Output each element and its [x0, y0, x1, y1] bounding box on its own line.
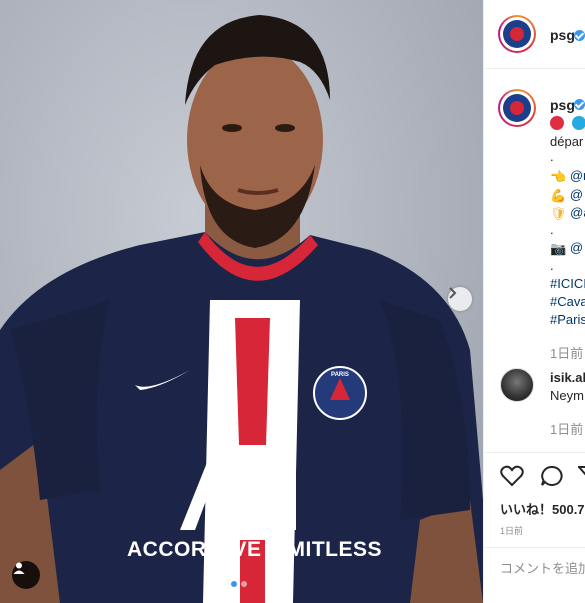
carousel-dot	[241, 581, 247, 587]
comment-input[interactable]	[500, 561, 585, 576]
player-illustration	[0, 15, 483, 603]
caption-mention-row: 🛡 @a	[550, 205, 585, 222]
likes-count[interactable]: いいね！500.7	[500, 499, 585, 518]
mention-link[interactable]: @	[570, 240, 583, 255]
account-avatar[interactable]	[500, 17, 534, 51]
post-side-panel: psg psg dépar . 👈 @r 💪 @ 🛡 @a . 📷 @ . #I…	[483, 0, 585, 603]
hashtag-link[interactable]: #Cava	[550, 294, 585, 309]
caption-separator: .	[550, 149, 554, 164]
mention-link[interactable]: @	[570, 187, 583, 202]
caption-timestamp[interactable]: 1日前	[550, 343, 583, 362]
post-photo[interactable]: ACCOR LIVE LIMITLESS PARIS	[0, 0, 483, 603]
crest-label: PARIS	[331, 372, 349, 378]
camera-icon: 📷	[550, 240, 567, 256]
hashtag-link[interactable]: #ICICI	[550, 276, 585, 291]
post-header: psg	[484, 0, 585, 69]
next-slide-button[interactable]	[448, 287, 472, 311]
caption-mention-row: 📷 @	[550, 240, 583, 257]
mention-link[interactable]: @r	[570, 168, 585, 183]
comment-box	[484, 547, 585, 603]
heart-icon[interactable]	[500, 465, 524, 487]
caption-mention-row: 💪 @	[550, 187, 583, 204]
caption-avatar[interactable]	[500, 91, 534, 125]
carousel-indicator	[231, 581, 247, 587]
verified-badge-icon	[574, 30, 585, 41]
user-tags-button[interactable]	[12, 561, 40, 589]
commenter-avatar[interactable]	[500, 368, 534, 402]
commenter-username[interactable]: isik.ak	[550, 370, 585, 385]
comment-timestamp[interactable]: 1日前	[550, 419, 583, 438]
comment-text: Neym	[550, 388, 584, 403]
caption-text: dépar	[550, 134, 584, 149]
red-circle-icon	[550, 115, 564, 130]
caption-separator: .	[550, 258, 554, 273]
glove-icon: 🛡	[550, 205, 567, 221]
post-date: 1日前	[500, 526, 524, 536]
person-icon	[13, 562, 25, 574]
account-username[interactable]: psg	[550, 27, 575, 43]
sponsor-text: ACCOR LIVE LIMITLESS	[127, 538, 383, 561]
share-icon[interactable]	[578, 465, 585, 487]
blue-circle-icon	[571, 115, 585, 130]
caption-emoji-row	[550, 114, 585, 130]
carousel-dot	[231, 581, 237, 587]
hashtag-link[interactable]: #Paris	[550, 312, 585, 327]
comment-icon[interactable]	[540, 465, 564, 487]
pointing-hand-icon: 👈	[550, 168, 567, 184]
caption-separator: .	[550, 222, 554, 237]
flexed-arm-icon: 💪	[550, 187, 567, 203]
chevron-right-icon	[449, 287, 457, 299]
post-actions: いいね！500.7 1日前	[484, 452, 585, 603]
caption-verified-icon	[574, 99, 585, 110]
mention-link[interactable]: @a	[570, 205, 585, 220]
caption-mention-row: 👈 @r	[550, 168, 585, 185]
caption-username[interactable]: psg	[550, 97, 575, 113]
